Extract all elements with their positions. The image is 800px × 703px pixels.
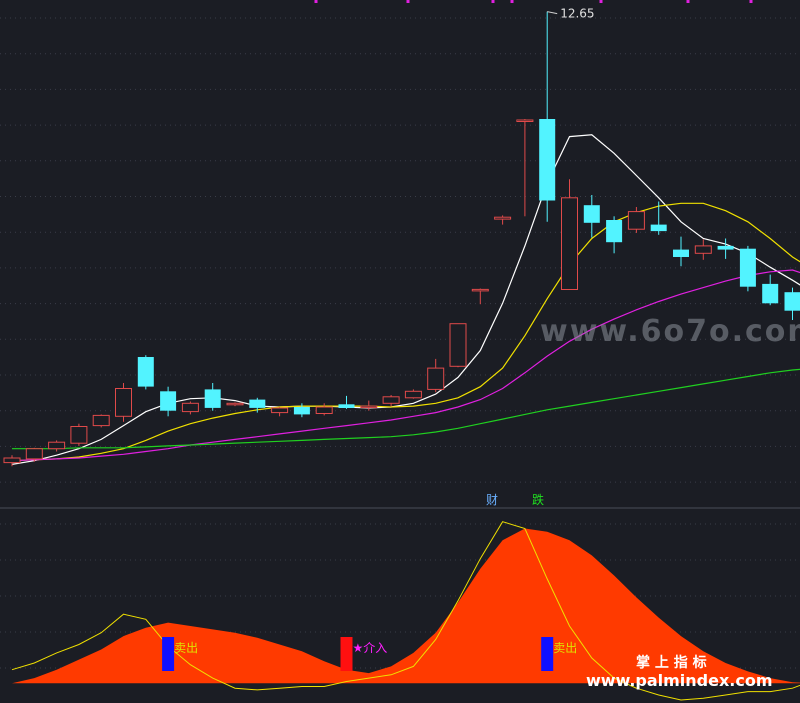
candle-body [25, 448, 43, 460]
buy-signal-bar [340, 637, 353, 671]
candle-body [404, 390, 422, 399]
candle-body [762, 283, 779, 304]
candle-body [561, 197, 578, 290]
candle [449, 323, 467, 368]
candle-body [606, 220, 623, 243]
candle-body [539, 119, 556, 201]
sell-signal-bar [162, 637, 175, 671]
candle-body [694, 245, 712, 254]
candle-body [650, 224, 667, 232]
candle-body [471, 288, 489, 292]
candle [739, 245, 756, 292]
sell-signal-label: 卖出 [174, 641, 198, 655]
candle-body [673, 249, 689, 257]
chart-background [0, 0, 800, 703]
candle-body [226, 402, 244, 406]
candle-body [516, 119, 534, 122]
stock-chart: 12.65 卖出 ★介入 卖出 财 跌 www.6o7o.com 掌 上 指 标 w… [0, 0, 800, 703]
candle-body [338, 404, 355, 408]
top-marker [599, 0, 603, 3]
candle-body [717, 245, 734, 250]
event-label-cai: 财 [486, 493, 498, 507]
candle [70, 423, 88, 446]
candle-body [70, 426, 88, 444]
candle-body [48, 441, 66, 450]
candle-body [137, 357, 154, 387]
sell-signal-bar [541, 637, 554, 671]
candle-body [784, 292, 800, 311]
candle-body [627, 211, 645, 230]
candle-body [293, 407, 310, 415]
candle-body [449, 323, 467, 367]
candle-body [160, 391, 177, 411]
candle-body [583, 205, 600, 223]
candle [92, 414, 110, 428]
candle-body [3, 457, 21, 464]
candle-body [315, 406, 333, 414]
watermark-top: www.6o7o.com [540, 314, 800, 349]
candle-body [271, 407, 289, 414]
candle-body [494, 216, 512, 220]
candle-body [92, 414, 110, 427]
sell-signal-label: 卖出 [553, 641, 577, 655]
watermark-zh: 掌 上 指 标 [636, 654, 707, 671]
candle-body [249, 399, 266, 408]
event-label-die: 跌 [532, 492, 544, 507]
top-marker [406, 0, 410, 3]
candle-body [181, 402, 199, 413]
high-price-label: 12.65 [560, 7, 594, 21]
top-marker [510, 0, 514, 3]
buy-signal-label: ★介入 [353, 641, 388, 655]
top-marker [686, 0, 690, 3]
candle [137, 355, 154, 390]
watermark-url: www.palmindex.com [586, 671, 773, 690]
top-marker [749, 0, 753, 3]
candle-body [427, 367, 445, 390]
candle-body [382, 396, 400, 404]
top-marker [314, 0, 318, 3]
candle-body [360, 405, 378, 409]
candle [115, 383, 132, 422]
top-marker [491, 0, 495, 3]
candle-body [204, 389, 221, 408]
candle-body [739, 248, 756, 287]
candle-body [115, 388, 132, 417]
